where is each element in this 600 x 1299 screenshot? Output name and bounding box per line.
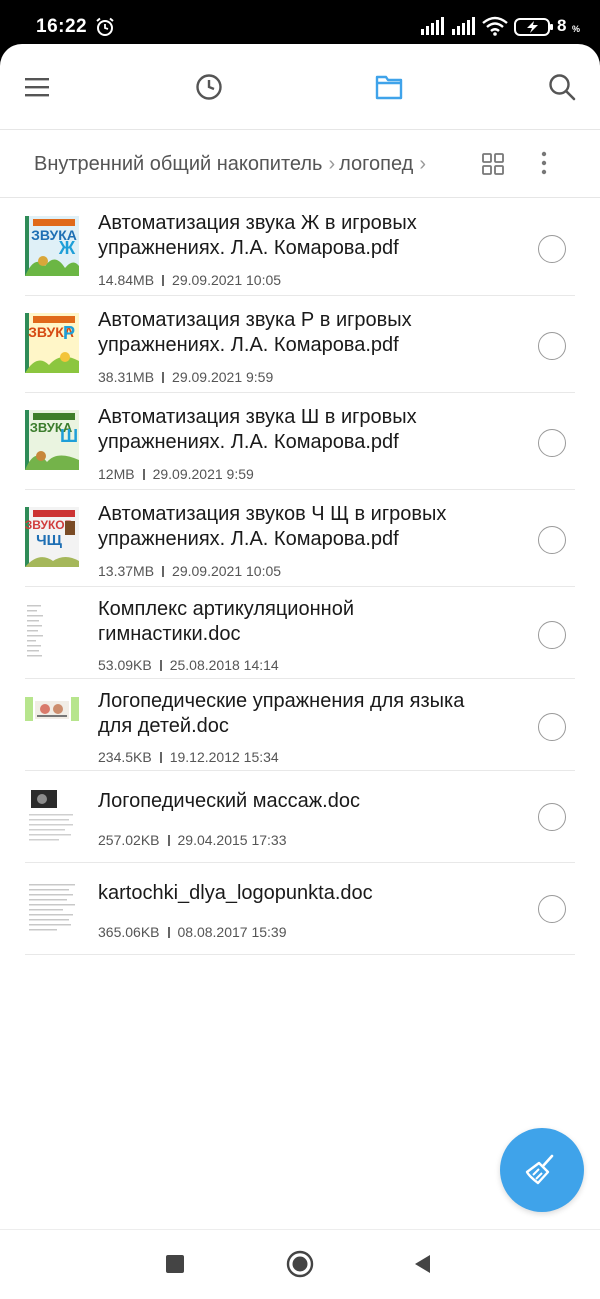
meta-separator xyxy=(162,274,165,286)
file-date: 29.09.2021 10:05 xyxy=(172,563,282,579)
system-nav-bar xyxy=(0,1229,600,1299)
file-meta: 12MB 29.09.2021 9:59 xyxy=(98,466,254,482)
select-checkbox[interactable] xyxy=(538,429,566,457)
breadcrumb-divider xyxy=(0,197,600,198)
meta-separator xyxy=(167,834,170,846)
status-time: 16:22 xyxy=(36,16,88,37)
pdf-cover-thumbnail-icon: ЗВУКА Ш xyxy=(25,410,79,470)
select-checkbox[interactable] xyxy=(538,526,566,554)
list-item[interactable]: kartochki_dlya_logopunkta.doc 365.06KB 0… xyxy=(0,863,600,955)
file-size: 12MB xyxy=(98,466,135,482)
file-meta: 365.06KB 08.08.2017 15:39 xyxy=(98,924,287,940)
file-name: kartochki_dlya_logopunkta.doc xyxy=(98,882,373,904)
breadcrumb: Внутренний общий накопитель › логопед › xyxy=(34,142,430,186)
file-meta: 14.84MB 29.09.2021 10:05 xyxy=(98,272,281,288)
battery-charging-icon xyxy=(514,18,553,36)
toolbar xyxy=(0,44,600,130)
doc-picture-thumbnail-icon xyxy=(25,695,79,725)
file-name: Логопедический массаж.doc xyxy=(98,790,360,812)
cell-signal-icon xyxy=(421,17,444,35)
meta-separator xyxy=(162,371,165,383)
list-item[interactable]: Комплекс артикуляционной гимнастики.doc … xyxy=(0,587,600,679)
file-list: ЗВУКА Ж Автоматизация звука Ж в игровых … xyxy=(0,199,600,955)
pdf-cover-thumbnail-icon: ЗВУКОВ ЧЩ xyxy=(25,507,79,567)
alarm-clock-icon xyxy=(96,17,114,36)
file-size: 13.37MB xyxy=(98,563,155,579)
file-date: 29.09.2021 9:59 xyxy=(172,369,274,385)
file-size: 365.06KB xyxy=(98,924,160,940)
file-size: 257.02KB xyxy=(98,832,160,848)
file-date: 29.09.2021 9:59 xyxy=(152,466,254,482)
file-meta: 13.37MB 29.09.2021 10:05 xyxy=(98,563,281,579)
file-size: 14.84MB xyxy=(98,272,155,288)
meta-separator xyxy=(167,926,170,938)
svg-text:Ж: Ж xyxy=(58,238,76,258)
svg-text:Р: Р xyxy=(63,323,75,343)
battery-percent-sign: % xyxy=(572,24,581,34)
chevron-right-icon: › xyxy=(328,152,336,175)
doc-page-thumbnail-icon xyxy=(25,881,79,939)
svg-text:ЧЩ: ЧЩ xyxy=(36,532,63,549)
triangle-back-icon[interactable] xyxy=(412,1253,432,1275)
meta-separator xyxy=(159,751,162,763)
file-name: Автоматизация звука Р в игровых упражнен… xyxy=(98,309,412,356)
file-date: 08.08.2017 15:39 xyxy=(177,924,287,940)
list-item[interactable]: Логопедический массаж.doc 257.02KB 29.04… xyxy=(0,771,600,863)
clock-icon[interactable] xyxy=(192,70,226,104)
more-options-icon[interactable] xyxy=(534,150,554,176)
wifi-icon xyxy=(482,16,508,36)
select-checkbox[interactable] xyxy=(538,235,566,263)
file-date: 19.12.2012 15:34 xyxy=(169,749,279,765)
file-size: 38.31MB xyxy=(98,369,155,385)
toolbar-divider xyxy=(0,129,600,130)
meta-separator xyxy=(142,468,145,480)
row-divider xyxy=(25,954,575,955)
file-size: 53.09KB xyxy=(98,657,152,673)
select-checkbox[interactable] xyxy=(538,713,566,741)
list-item[interactable]: ЗВУКА Ж Автоматизация звука Ж в игровых … xyxy=(0,199,600,296)
folder-icon[interactable] xyxy=(372,70,406,104)
battery-level: 8 xyxy=(557,16,567,35)
file-meta: 234.5KB 19.12.2012 15:34 xyxy=(98,749,279,765)
svg-text:Ш: Ш xyxy=(60,426,78,446)
breadcrumb-folder[interactable]: логопед xyxy=(339,153,413,176)
select-checkbox[interactable] xyxy=(538,803,566,831)
doc-page-thumbnail-icon xyxy=(25,601,79,663)
meta-separator xyxy=(159,659,162,671)
pdf-cover-thumbnail-icon: ЗВУКА Ж xyxy=(25,216,79,276)
doc-photo-thumbnail-icon xyxy=(25,788,79,846)
file-name: Логопедические упражнения для языка для … xyxy=(98,690,465,737)
file-date: 25.08.2018 14:14 xyxy=(169,657,279,673)
file-meta: 38.31MB 29.09.2021 9:59 xyxy=(98,369,273,385)
meta-separator xyxy=(162,565,165,577)
list-item[interactable]: ЗВУКОВ ЧЩ Автоматизация звуков Ч Щ в игр… xyxy=(0,490,600,587)
pdf-cover-thumbnail-icon: ЗВУКА Р xyxy=(25,313,79,373)
search-icon[interactable] xyxy=(545,70,579,104)
list-item[interactable]: ЗВУКА Ш Автоматизация звука Ш в игровых … xyxy=(0,393,600,490)
chevron-right-icon: › xyxy=(419,152,426,175)
file-date: 29.04.2015 17:33 xyxy=(177,832,287,848)
breadcrumb-root[interactable]: Внутренний общий накопитель xyxy=(34,153,322,176)
file-name: Автоматизация звука Ш в игровых упражнен… xyxy=(98,406,417,453)
file-name: Комплекс артикуляционной гимнастики.doc xyxy=(98,598,354,645)
select-checkbox[interactable] xyxy=(538,895,566,923)
cell-signal-2-icon xyxy=(452,17,475,35)
square-recents-icon[interactable] xyxy=(166,1255,184,1273)
file-name: Автоматизация звука Ж в игровых упражнен… xyxy=(98,212,417,259)
file-meta: 257.02KB 29.04.2015 17:33 xyxy=(98,832,287,848)
clean-fab-button[interactable] xyxy=(500,1128,584,1212)
hamburger-menu-icon[interactable] xyxy=(20,70,54,104)
list-item[interactable]: ЗВУКА Р Автоматизация звука Р в игровых … xyxy=(0,296,600,393)
file-date: 29.09.2021 10:05 xyxy=(172,272,282,288)
file-manager-app: Внутренний общий накопитель › логопед › … xyxy=(0,44,600,1299)
select-checkbox[interactable] xyxy=(538,332,566,360)
file-name: Автоматизация звуков Ч Щ в игровых упраж… xyxy=(98,503,447,550)
grid-view-icon[interactable] xyxy=(481,152,505,176)
broom-clean-icon xyxy=(525,1154,554,1185)
select-checkbox[interactable] xyxy=(538,621,566,649)
file-size: 234.5KB xyxy=(98,749,152,765)
file-meta: 53.09KB 25.08.2018 14:14 xyxy=(98,657,279,673)
list-item[interactable]: Логопедические упражнения для языка для … xyxy=(0,679,600,771)
circle-home-icon[interactable] xyxy=(286,1250,314,1278)
